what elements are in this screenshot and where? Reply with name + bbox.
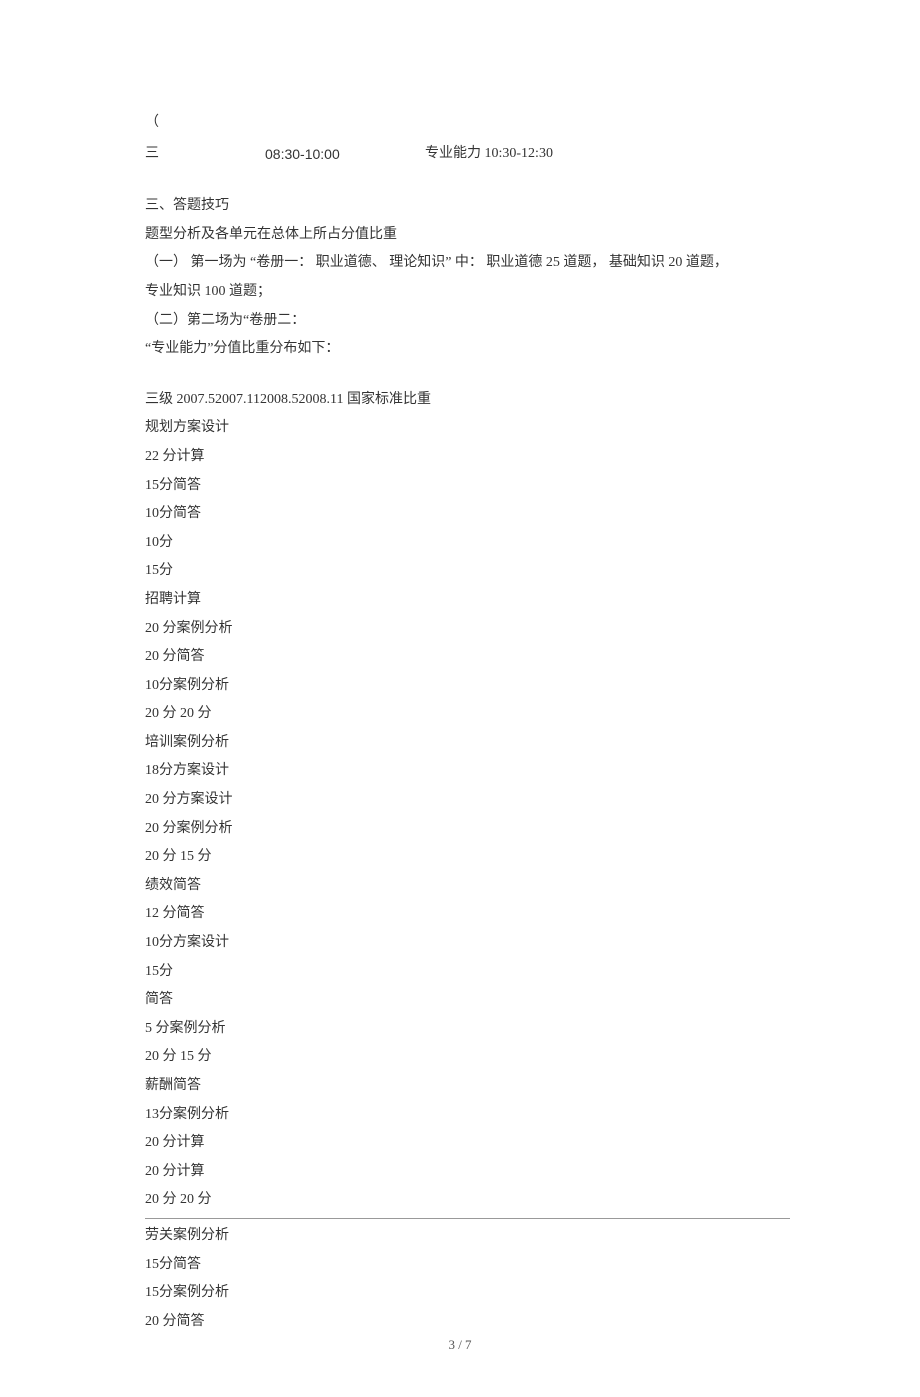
list-item: 20 分 20 分 xyxy=(145,1187,790,1214)
list-item: 18分方案设计 xyxy=(145,758,790,785)
list-item: 22 分计算 xyxy=(145,444,790,471)
body-text: （二）第二场为“卷册二： xyxy=(145,308,790,335)
list-item: 10分案例分析 xyxy=(145,673,790,700)
list-item: 培训案例分析 xyxy=(145,730,790,757)
list-item: 13分案例分析 xyxy=(145,1102,790,1129)
list-item: 20 分 20 分 xyxy=(145,701,790,728)
list-item: 20 分 15 分 xyxy=(145,1044,790,1071)
schedule-cell: 三 xyxy=(145,141,265,168)
page-footer: 3 / 7 xyxy=(0,1333,920,1358)
document-page: （ 三 08:30-10:00 专业能力 10:30-12:30 三、答题技巧 … xyxy=(0,0,920,1397)
list-item: 薪酬简答 xyxy=(145,1073,790,1100)
list-header: 三级 2007.52007.112008.52008.11 国家标准比重 xyxy=(145,387,790,414)
list-item: 10分 xyxy=(145,530,790,557)
schedule-row-1: （ xyxy=(145,110,790,137)
list-item: 简答 xyxy=(145,987,790,1014)
body-text: 题型分析及各单元在总体上所占分值比重 xyxy=(145,222,790,249)
list-item: 招聘计算 xyxy=(145,587,790,614)
list-item: 20 分简答 xyxy=(145,1309,790,1336)
list-block-a: 规划方案设计22 分计算15分简答10分简答10分15分招聘计算20 分案例分析… xyxy=(145,415,790,1214)
list-item: 15分简答 xyxy=(145,473,790,500)
divider xyxy=(145,1218,790,1219)
section-heading: 三、答题技巧 xyxy=(145,193,790,220)
list-item: 10分方案设计 xyxy=(145,930,790,957)
list-item: 20 分案例分析 xyxy=(145,616,790,643)
schedule-cell: 专业能力 10:30-12:30 xyxy=(425,141,790,168)
list-item: 20 分方案设计 xyxy=(145,787,790,814)
list-item: 20 分简答 xyxy=(145,644,790,671)
list-item: 15分 xyxy=(145,959,790,986)
schedule-row-2: 三 08:30-10:00 专业能力 10:30-12:30 xyxy=(145,141,790,168)
list-item: 12 分简答 xyxy=(145,901,790,928)
list-item: 20 分 15 分 xyxy=(145,844,790,871)
list-item: 20 分计算 xyxy=(145,1159,790,1186)
body-text: “专业能力”分值比重分布如下： xyxy=(145,336,790,363)
body-text: （一） 第一场为 “卷册一： 职业道德、 理论知识” 中： 职业道德 25 道题… xyxy=(145,250,790,277)
list-item: 绩效简答 xyxy=(145,873,790,900)
list-item: 10分简答 xyxy=(145,501,790,528)
list-item: 20 分案例分析 xyxy=(145,816,790,843)
schedule-cell: 08:30-10:00 xyxy=(265,141,425,168)
list-block-b: 劳关案例分析15分简答15分案例分析20 分简答 xyxy=(145,1223,790,1335)
list-item: 20 分计算 xyxy=(145,1130,790,1157)
list-item: 15分简答 xyxy=(145,1252,790,1279)
list-item: 5 分案例分析 xyxy=(145,1016,790,1043)
list-item: 劳关案例分析 xyxy=(145,1223,790,1250)
list-item: 规划方案设计 xyxy=(145,415,790,442)
schedule-cell: （ xyxy=(145,110,265,137)
list-item: 15分 xyxy=(145,558,790,585)
body-text: 专业知识 100 道题； xyxy=(145,279,790,306)
